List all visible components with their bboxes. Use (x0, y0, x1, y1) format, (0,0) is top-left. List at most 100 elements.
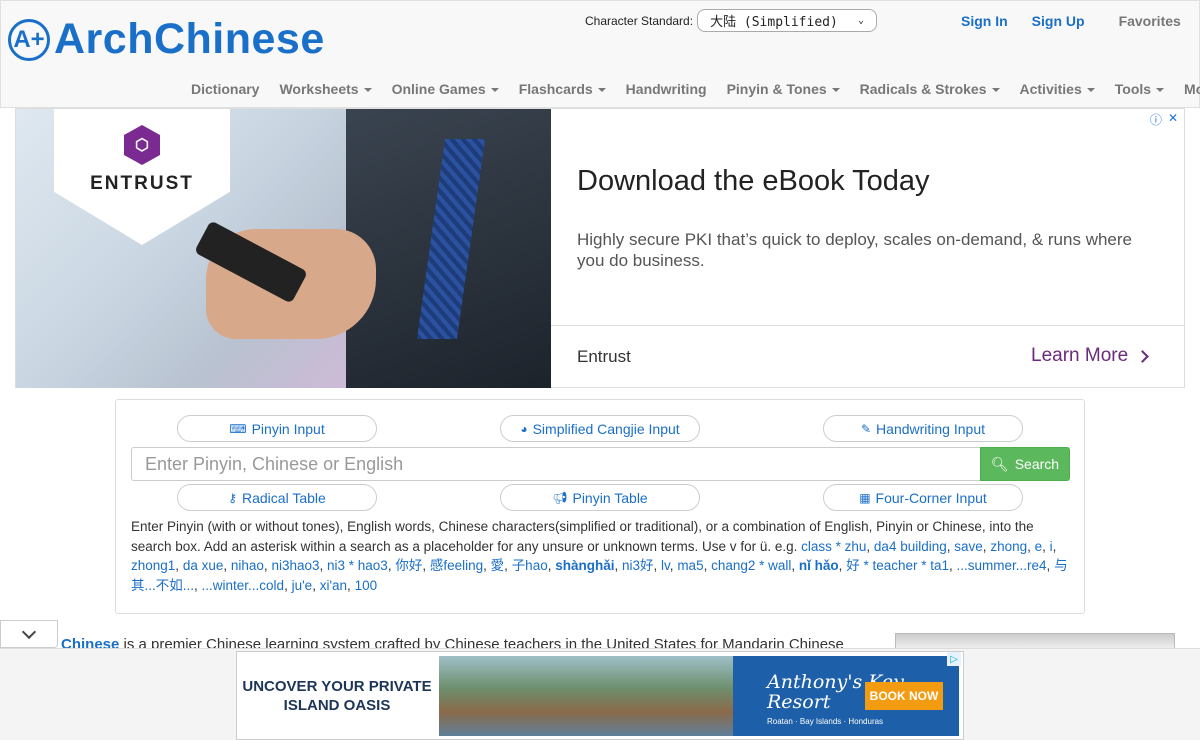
handwriting-input-label: Handwriting Input (876, 420, 985, 437)
nav-item-more[interactable]: More (1184, 81, 1200, 97)
info-icon[interactable]: ⓘ (1150, 111, 1162, 128)
pie-chart-icon: ◕ (520, 421, 528, 436)
character-standard-select[interactable]: 大陆 (Simplified) ⌄ (697, 9, 878, 32)
site-logo[interactable]: A+ ArchChinese (8, 15, 325, 64)
example-link[interactable]: xi'an (320, 578, 347, 593)
caret-down-icon (597, 88, 606, 93)
learn-more-label: Learn More (1031, 345, 1129, 366)
sign-in-link[interactable]: Sign In (961, 13, 1008, 29)
sign-up-link[interactable]: Sign Up (1032, 13, 1085, 29)
nav-item-online-games[interactable]: Online Games (392, 81, 499, 97)
example-link[interactable]: 子hao (512, 558, 548, 573)
nav-item-tools[interactable]: Tools (1114, 81, 1165, 97)
nav-item-pinyin-tones[interactable]: Pinyin & Tones (727, 81, 840, 97)
example-link[interactable]: 感feeling (430, 558, 483, 573)
nav-item-label: Tools (1114, 81, 1152, 97)
example-link[interactable]: 好 * teacher * ta1 (846, 558, 949, 573)
example-link[interactable]: ju'e (292, 578, 313, 593)
example-link[interactable]: 100 (355, 578, 378, 593)
nav-item-label: Worksheets (279, 81, 359, 97)
example-link[interactable]: ...winter...cold (202, 578, 285, 593)
example-link[interactable]: lv (661, 558, 670, 573)
pencil-icon: ✎ (860, 421, 872, 436)
ad-choices-icon[interactable]: ▷ (947, 652, 961, 666)
bottom-ad[interactable]: UNCOVER YOUR PRIVATE ISLAND OASIS Anthon… (236, 651, 964, 740)
pinyin-input-button[interactable]: ⌨ Pinyin Input (177, 415, 377, 442)
example-link[interactable]: 愛 (491, 558, 505, 573)
learn-more-button[interactable]: Learn More (1031, 345, 1150, 367)
bottom-ad-headline-2: ISLAND OASIS (283, 696, 391, 714)
four-corner-input-label: Four-Corner Input (875, 489, 987, 506)
caret-down-icon (363, 88, 372, 93)
example-link[interactable]: zhong (990, 539, 1027, 554)
logo-text: ArchChinese (54, 15, 325, 63)
close-icon[interactable]: ✕ (1168, 111, 1178, 128)
caret-down-icon (831, 88, 840, 93)
nav-item-worksheets[interactable]: Worksheets (279, 81, 372, 97)
example-link[interactable]: da4 building (874, 539, 947, 554)
radical-table-button[interactable]: ⚷ Radical Table (177, 484, 377, 511)
search-panel: ⌨ Pinyin Input ◕ Simplified Cangjie Inpu… (115, 399, 1085, 614)
example-link[interactable]: chang2 * wall (711, 558, 791, 573)
example-link[interactable]: i (1050, 539, 1053, 554)
ad-image: ⬡ ENTRUST (16, 109, 551, 388)
cangjie-input-button[interactable]: ◕ Simplified Cangjie Input (500, 415, 700, 442)
example-link[interactable]: class * zhu (801, 539, 866, 554)
ad-choices[interactable]: ⓘ ✕ (1150, 111, 1178, 128)
collapse-button[interactable] (0, 620, 58, 648)
radical-table-label: Radical Table (242, 489, 326, 506)
example-link[interactable]: zhong1 (131, 558, 175, 573)
caret-down-icon (1156, 88, 1165, 93)
entrust-logo: ⬡ ENTRUST (54, 109, 230, 245)
chevron-down-icon (21, 624, 37, 639)
nav-item-label: More (1184, 81, 1200, 97)
entrust-logo-text: ENTRUST (90, 173, 194, 194)
book-now-button[interactable]: BOOK NOW (865, 682, 943, 710)
example-link[interactable]: ma5 (677, 558, 703, 573)
nav-item-handwriting[interactable]: Handwriting (626, 81, 707, 97)
example-link[interactable]: ni3hao3 (271, 558, 319, 573)
nav-item-label: Flashcards (518, 81, 593, 97)
nav-item-label: Radicals & Strokes (859, 81, 987, 97)
example-link[interactable]: nǐ hǎo (799, 558, 839, 573)
search-help: Enter Pinyin (with or without tones), En… (131, 517, 1071, 595)
example-link[interactable]: e (1035, 539, 1043, 554)
nav-item-label: Pinyin & Tones (726, 81, 827, 97)
example-link[interactable]: 你好 (395, 558, 422, 573)
example-link[interactable]: nihao (231, 558, 264, 573)
example-link[interactable]: ...summer...re4 (957, 558, 1047, 573)
nav-item-flashcards[interactable]: Flashcards (519, 81, 606, 97)
ad-content: ⓘ ✕ Download the eBook Today Highly secu… (551, 109, 1184, 388)
nav-item-label: Handwriting (625, 81, 707, 97)
search-bar: Enter Pinyin, Chinese or English 🔍︎ Sear… (131, 447, 1070, 481)
nav-item-activities[interactable]: Activities (1020, 81, 1095, 97)
entrust-hex-icon: ⬡ (124, 125, 160, 165)
site-header: A+ ArchChinese Character Standard: 大陆 (S… (0, 0, 1200, 108)
nav-item-label: Dictionary (191, 81, 260, 97)
four-corner-input-button[interactable]: ▦ Four-Corner Input (823, 484, 1023, 511)
bottom-ad-headline-1: UNCOVER YOUR PRIVATE (242, 677, 432, 695)
ad-banner[interactable]: ⬡ ENTRUST ⓘ ✕ Download the eBook Today H… (15, 108, 1185, 388)
search-input[interactable]: Enter Pinyin, Chinese or English (131, 447, 980, 481)
handwriting-input-button[interactable]: ✎ Handwriting Input (823, 415, 1023, 442)
nav-item-radicals-strokes[interactable]: Radicals & Strokes (860, 81, 1000, 97)
favorites-link[interactable]: Favorites (1119, 13, 1181, 29)
ad-description: Highly secure PKI that’s quick to deploy… (577, 230, 1132, 270)
example-link[interactable]: ni3 * hao3 (327, 558, 388, 573)
search-button[interactable]: 🔍︎ Search (980, 447, 1070, 481)
example-link[interactable]: save (954, 539, 983, 554)
pinyin-table-button[interactable]: 📢︎ Pinyin Table (500, 484, 700, 511)
logo-badge-icon: A+ (8, 18, 50, 61)
caret-down-icon (991, 88, 1000, 93)
ad-divider (551, 325, 1184, 326)
example-link[interactable]: da xue (183, 558, 224, 573)
search-icon: 🔍︎ (990, 455, 1009, 472)
nav-item-dictionary[interactable]: Dictionary (191, 81, 259, 97)
cangjie-input-label: Simplified Cangjie Input (532, 420, 680, 437)
bottom-ad-headline: UNCOVER YOUR PRIVATE ISLAND OASIS (237, 652, 437, 739)
example-link[interactable]: ni3好 (622, 558, 654, 573)
example-link[interactable]: shànghǎi (555, 558, 614, 573)
key-icon: ⚷ (228, 490, 237, 505)
account-links: Sign In Sign Up Favorites (961, 13, 1181, 29)
search-button-label: Search (1014, 456, 1060, 472)
